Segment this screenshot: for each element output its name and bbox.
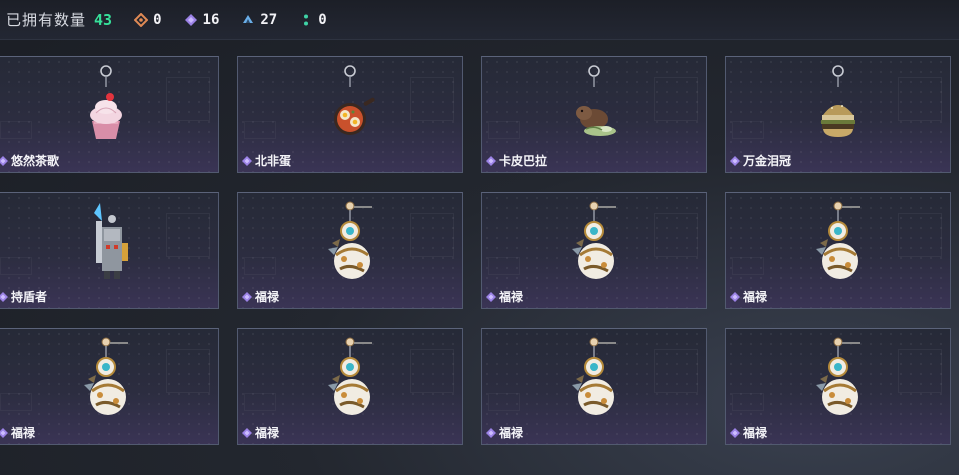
green-dots-icon	[304, 14, 309, 25]
cupcake-charm-icon	[66, 63, 146, 153]
rarity-purple-icon	[0, 156, 8, 166]
rarity-purple-icon	[730, 428, 740, 438]
item-name-row: 福禄	[486, 424, 523, 441]
card-decoration	[732, 257, 764, 275]
gourd-charm-icon	[554, 335, 634, 425]
card-decoration	[898, 77, 942, 121]
item-name: 福禄	[499, 290, 524, 304]
item-card-burger[interactable]: 万金泪冠	[725, 56, 951, 173]
gourd-charm-icon	[310, 335, 390, 425]
rarity-purple-icon	[486, 428, 496, 438]
card-decoration	[488, 121, 520, 139]
rarity-purple-icon	[730, 156, 740, 166]
owned-count-label: 已拥有数量	[6, 12, 87, 29]
item-card-shakshuka[interactable]: 北非蛋	[237, 56, 463, 173]
card-decoration	[0, 121, 32, 139]
stat-purple: 16	[184, 11, 220, 28]
orange-diamond-icon	[134, 12, 149, 27]
card-decoration	[654, 349, 698, 393]
card-decoration	[166, 213, 210, 257]
rarity-purple-icon	[0, 292, 8, 302]
card-decoration	[244, 393, 276, 411]
item-card-gourd[interactable]: 福禄	[725, 328, 951, 445]
item-name-row: 福禄	[730, 424, 767, 441]
card-decoration	[0, 393, 32, 411]
rarity-purple-icon	[242, 156, 252, 166]
purple-diamond-icon	[184, 13, 197, 26]
card-decoration	[244, 257, 276, 275]
item-name-row: 福禄	[242, 424, 279, 441]
item-name-row: 持盾者	[0, 288, 47, 305]
item-name-row: 福禄	[486, 288, 523, 305]
item-name-row: 福禄	[730, 288, 767, 305]
item-name: 福禄	[255, 290, 280, 304]
card-decoration	[654, 77, 698, 121]
item-card-gourd[interactable]: 福禄	[725, 192, 951, 309]
gourd-charm-icon	[66, 335, 146, 425]
stat-blue-value: 27	[260, 11, 278, 28]
item-name-row: 悠然茶歌	[0, 152, 59, 169]
item-name: 福禄	[11, 426, 36, 440]
gourd-charm-icon	[310, 199, 390, 289]
card-decoration	[898, 349, 942, 393]
item-card-gourd[interactable]: 福禄	[0, 328, 219, 445]
shield-robot-charm-icon	[66, 199, 146, 289]
item-card-gourd[interactable]: 福禄	[481, 192, 707, 309]
item-name: 福禄	[499, 426, 524, 440]
burger-charm-icon	[798, 63, 878, 153]
stat-green: 0	[299, 11, 327, 28]
rarity-purple-icon	[242, 292, 252, 302]
item-card-gourd[interactable]: 福禄	[481, 328, 707, 445]
item-name: 持盾者	[11, 290, 48, 304]
gourd-charm-icon	[554, 199, 634, 289]
stat-orange: 0	[134, 11, 162, 28]
card-decoration	[244, 121, 276, 139]
card-decoration	[0, 257, 32, 275]
item-name-row: 万金泪冠	[730, 152, 791, 169]
owned-count-value: 43	[94, 10, 113, 29]
card-decoration	[410, 349, 454, 393]
item-name: 福禄	[255, 426, 280, 440]
card-decoration	[898, 213, 942, 257]
shakshuka-pan-charm-icon	[310, 63, 390, 153]
item-card-shield-bearer[interactable]: 持盾者	[0, 192, 219, 309]
card-decoration	[410, 213, 454, 257]
card-decoration	[488, 393, 520, 411]
stat-orange-value: 0	[153, 11, 162, 28]
rarity-purple-icon	[0, 428, 8, 438]
item-card-gourd[interactable]: 福禄	[237, 328, 463, 445]
gourd-charm-icon	[798, 199, 878, 289]
item-card-cupcake[interactable]: 悠然茶歌	[0, 56, 219, 173]
stat-purple-value: 16	[202, 11, 220, 28]
stat-blue: 27	[241, 12, 277, 28]
blue-triangle-icon	[243, 14, 254, 23]
rarity-purple-icon	[486, 292, 496, 302]
rarity-purple-icon	[486, 156, 496, 166]
capybara-charm-icon	[554, 63, 634, 153]
rarity-purple-icon	[242, 428, 252, 438]
card-decoration	[488, 257, 520, 275]
card-decoration	[166, 77, 210, 121]
inventory-summary-bar: 已拥有数量 43 0 16 27 0	[0, 0, 959, 40]
item-name: 卡皮巴拉	[499, 154, 548, 168]
item-name-row: 北非蛋	[242, 152, 291, 169]
card-decoration	[166, 349, 210, 393]
card-decoration	[732, 121, 764, 139]
item-name-row: 卡皮巴拉	[486, 152, 547, 169]
item-name: 福禄	[743, 290, 768, 304]
item-name: 万金泪冠	[743, 154, 792, 168]
rarity-purple-icon	[730, 292, 740, 302]
gourd-charm-icon	[798, 335, 878, 425]
item-name-row: 福禄	[0, 424, 35, 441]
item-card-gourd[interactable]: 福禄	[237, 192, 463, 309]
stat-green-value: 0	[318, 11, 327, 28]
item-name: 北非蛋	[255, 154, 292, 168]
item-name: 福禄	[743, 426, 768, 440]
item-name-row: 福禄	[242, 288, 279, 305]
card-decoration	[410, 77, 454, 121]
card-decoration	[732, 393, 764, 411]
card-decoration	[654, 213, 698, 257]
item-card-capybara[interactable]: 卡皮巴拉	[481, 56, 707, 173]
item-name: 悠然茶歌	[11, 154, 60, 168]
